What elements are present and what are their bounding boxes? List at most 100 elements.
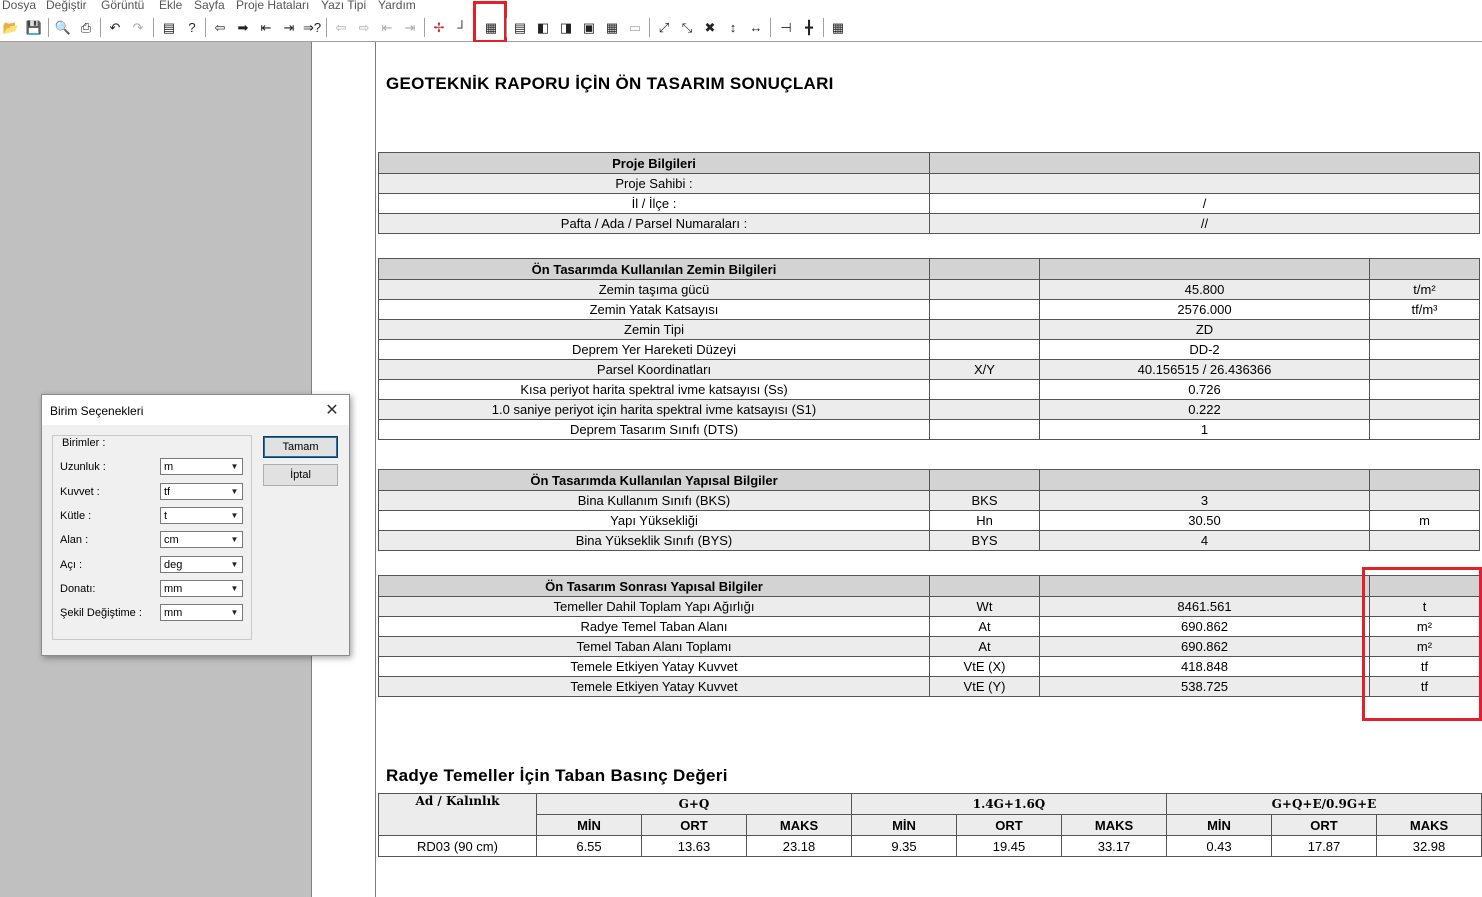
toolbar-separator [649, 18, 650, 37]
last-disabled-icon[interactable]: ⇥ [401, 18, 419, 36]
grid-icon[interactable]: ▦ [829, 18, 847, 36]
report-page: GEOTEKNİK RAPORU İÇİN ÖN TASARIM SONUÇLA… [376, 42, 1482, 897]
zoom-out-icon[interactable]: ✖ [701, 18, 719, 36]
proje-bilgileri-table: Proje Bilgileri Proje Sahibi : İl / İlçe… [378, 152, 1480, 234]
redo-icon[interactable]: ↷ [129, 18, 147, 36]
arrow-left-disabled-icon[interactable]: ⇦ [332, 18, 350, 36]
alan-select[interactable]: cm ▼ [160, 531, 243, 548]
column-right-icon[interactable]: ◨ [557, 18, 575, 36]
menu-proje-hatalari[interactable]: Proje Hataları [236, 0, 309, 11]
toolbar-separator [100, 18, 101, 37]
alan-row: Alan : cm ▼ [60, 531, 250, 549]
kuvvet-row: Kuvvet : tf ▼ [60, 483, 250, 501]
table-header-row: Ad / Kalınlık G+Q 1.4G+1.6Q G+Q+E/0.9G+E [378, 793, 1482, 836]
table-row: Zemin Yatak Katsayısı 2576.000 tf/m³ [378, 299, 1480, 320]
table-icon[interactable]: ▦ [603, 18, 621, 36]
go-to-icon[interactable]: ⇒? [303, 18, 321, 36]
toolbar-separator [770, 18, 771, 37]
go-first-icon[interactable]: ⇤ [257, 18, 275, 36]
uzunluk-select[interactable]: m ▼ [160, 458, 243, 475]
table-header-row: Ön Tasarımda Kullanılan Zemin Bilgileri [378, 258, 1480, 280]
iptal-button[interactable]: İptal [263, 464, 338, 486]
menu-sayfa[interactable]: Sayfa [194, 0, 225, 11]
undo-icon[interactable]: ↶ [106, 18, 124, 36]
menu-bar: Dosya Değiştir Görüntü Ekle Sayfa Proje … [0, 0, 1482, 13]
toolbar-separator [205, 18, 206, 37]
toolbar-separator [48, 18, 49, 37]
split-icon[interactable]: ╋ [800, 18, 818, 36]
menu-dosya[interactable]: Dosya [2, 0, 36, 11]
toolbar: 📂 💾 🔍 ⎙ ↶ ↷ ▤ ? ⇦ ➡ ⇤ ⇥ ⇒? ⇦ ⇨ ⇤ ⇥ ✢ ┘ ▦… [0, 1, 1482, 43]
zemin-bilgileri-table: Ön Tasarımda Kullanılan Zemin Bilgileri … [378, 258, 1480, 440]
save-icon[interactable]: 💾 [25, 18, 43, 36]
menu-ekle[interactable]: Ekle [159, 0, 182, 11]
arrow-right-icon[interactable]: ➡ [234, 18, 252, 36]
arrow-left-icon[interactable]: ⇦ [211, 18, 229, 36]
chevron-down-icon: ▼ [230, 560, 239, 569]
table-row: Pafta / Ada / Parsel Numaraları :// [378, 213, 1480, 234]
zoom-fit-icon[interactable]: ⤢ [655, 18, 673, 36]
kutle-row: Kütle : t ▼ [60, 507, 250, 525]
table-header-row: Ön Tasarım Sonrası Yapısal Bilgiler [378, 575, 1480, 597]
table-subheader-row: MİN ORT MAKS MİN ORT MAKS MİN ORT MAKS [379, 814, 1482, 836]
dialog-title-bar[interactable]: Birim Seçenekleri ✕ [42, 395, 349, 425]
toolbar-separator [424, 18, 425, 37]
chevron-down-icon: ▼ [230, 487, 239, 496]
chevron-down-icon: ▼ [230, 584, 239, 593]
aci-select[interactable]: deg ▼ [160, 556, 243, 573]
go-last-icon[interactable]: ⇥ [280, 18, 298, 36]
help-icon[interactable]: ? [183, 18, 201, 36]
chevron-down-icon: ▼ [230, 535, 239, 544]
kuvvet-select[interactable]: tf ▼ [160, 483, 243, 500]
format-icon[interactable]: ▭ [626, 18, 644, 36]
basinc-title: Radye Temeller İçin Taban Basınç Değeri [386, 766, 728, 785]
table-row: Zemin Tipi ZD [378, 319, 1480, 340]
taban-basinc-table: Ad / Kalınlık G+Q 1.4G+1.6Q G+Q+E/0.9G+E… [378, 793, 1482, 857]
table-row: Parsel Koordinatları X/Y 40.156515 / 26.43… [378, 359, 1480, 380]
sekil-degistirme-select[interactable]: mm ▼ [160, 604, 243, 621]
column-left-icon[interactable]: ◧ [534, 18, 552, 36]
tamam-button[interactable]: Tamam [263, 436, 338, 458]
close-icon[interactable]: ✕ [321, 399, 343, 421]
line-icon[interactable]: ┘ [453, 18, 471, 36]
width-icon[interactable]: ↔ [747, 18, 765, 36]
header-icon[interactable]: ▤ [511, 18, 529, 36]
table-row: Deprem Tasarım Sınıfı (DTS) 1 [378, 419, 1480, 440]
table-header: Ön Tasarım Sonrası Yapısal Bilgiler [378, 575, 930, 597]
group-label: Birimler : [60, 437, 108, 449]
menu-goruntu[interactable]: Görüntü [101, 0, 144, 11]
toolbar-separator [506, 18, 507, 37]
table-header: Proje Bilgileri [378, 152, 930, 174]
table-row: Yapı Yüksekliği Hn 30.50 m [378, 510, 1480, 531]
on-tasarim-sonrasi-table: Ön Tasarım Sonrası Yapısal Bilgiler Teme… [378, 575, 1480, 697]
kutle-select[interactable]: t ▼ [160, 507, 243, 524]
birim-secenekleri-dialog: Birim Seçenekleri ✕ Birimler : Uzunluk :… [41, 394, 350, 656]
report-title: GEOTEKNİK RAPORU İÇİN ÖN TASARIM SONUÇLA… [386, 74, 834, 93]
table-row: Radye Temel Taban Alanı At 690.862 m² [378, 616, 1480, 637]
insert-icon[interactable]: ✢ [430, 18, 448, 36]
zoom-in-icon[interactable]: ⤡ [678, 18, 696, 36]
page-setup-icon[interactable]: ▤ [160, 18, 178, 36]
menu-degistir[interactable]: Değiştir [46, 0, 87, 11]
menu-yardim[interactable]: Yardım [378, 0, 416, 11]
donati-row: Donatı: mm ▼ [60, 580, 250, 598]
height-icon[interactable]: ↕ [724, 18, 742, 36]
dialog-title: Birim Seçenekleri [50, 404, 144, 418]
chevron-down-icon: ▼ [230, 511, 239, 520]
page-icon[interactable]: ▣ [580, 18, 598, 36]
menu-yazi-tipi[interactable]: Yazı Tipi [321, 0, 366, 11]
units-icon[interactable]: ▦ [482, 18, 500, 36]
toolbar-separator [326, 18, 327, 37]
merge-icon[interactable]: ⊣ [777, 18, 795, 36]
open-icon[interactable]: 📂 [2, 18, 20, 36]
arrow-right-disabled-icon[interactable]: ⇨ [355, 18, 373, 36]
first-disabled-icon[interactable]: ⇤ [378, 18, 396, 36]
print-preview-icon[interactable]: 🔍 [54, 18, 72, 36]
sekil-degistirme-row: Şekil Değiştime : mm ▼ [60, 604, 250, 622]
print-icon[interactable]: ⎙ [77, 18, 95, 36]
table-row: Bina Kullanım Sınıfı (BKS) BKS 3 [378, 490, 1480, 511]
table-row: İl / İlçe : / [378, 193, 1480, 214]
uzunluk-row: Uzunluk : m ▼ [60, 458, 250, 476]
yapisal-bilgiler-table: Ön Tasarımda Kullanılan Yapısal Bilgiler… [378, 469, 1480, 551]
donati-select[interactable]: mm ▼ [160, 580, 243, 597]
